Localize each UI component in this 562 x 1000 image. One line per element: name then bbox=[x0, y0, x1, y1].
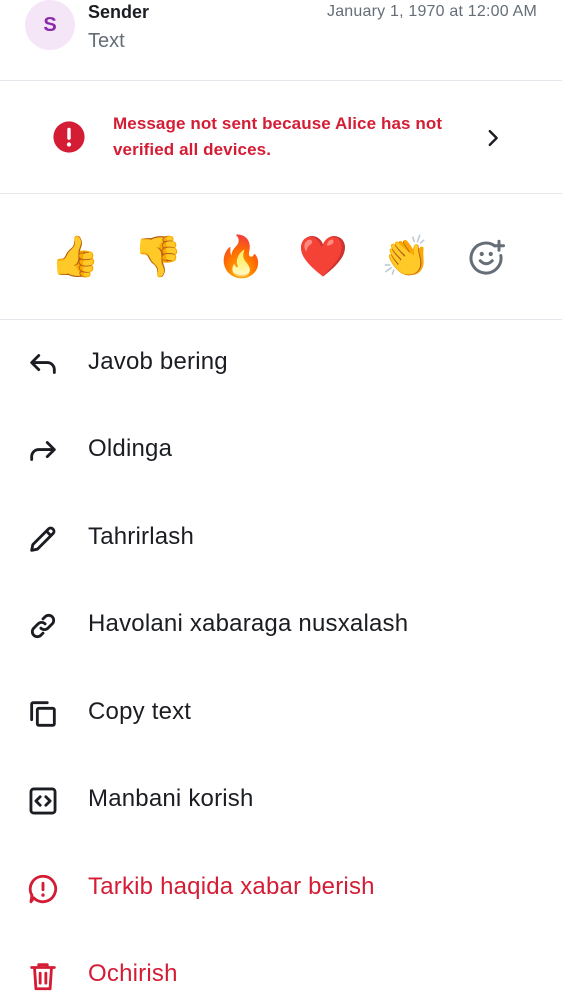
reaction-clapping-hands[interactable]: 👏 bbox=[381, 230, 431, 284]
menu-item-reply[interactable]: Javob bering bbox=[0, 320, 562, 407]
link-icon bbox=[30, 613, 56, 639]
message-preview-text: Text bbox=[88, 30, 125, 52]
menu-label: Oldinga bbox=[88, 435, 173, 462]
add-reaction-icon[interactable] bbox=[469, 239, 505, 275]
delete-icon bbox=[30, 963, 56, 991]
edit-icon bbox=[30, 526, 56, 552]
reaction-thumbs-down[interactable]: 👎 bbox=[133, 230, 183, 284]
message-actions-sheet: S Sender Text January 1, 1970 at 12:00 A… bbox=[0, 0, 562, 1000]
menu-item-delete[interactable]: Ochirish bbox=[0, 932, 562, 1000]
send-failure-banner[interactable]: Message not sent because Alice has not v… bbox=[0, 81, 562, 193]
menu-item-edit[interactable]: Tahrirlash bbox=[0, 495, 562, 582]
menu-item-copy-text[interactable]: Copy text bbox=[0, 670, 562, 757]
menu-item-forward[interactable]: Oldinga bbox=[0, 407, 562, 494]
report-icon bbox=[28, 874, 58, 904]
reaction-fire[interactable]: 🔥 bbox=[216, 230, 266, 284]
avatar: S bbox=[25, 0, 75, 50]
copy-icon bbox=[30, 701, 56, 727]
menu-item-view-source[interactable]: Manbani korish bbox=[0, 757, 562, 844]
reaction-heart[interactable]: ❤️ bbox=[298, 230, 348, 284]
menu-label: Copy text bbox=[88, 698, 192, 725]
menu-label: Manbani korish bbox=[88, 785, 254, 812]
chevron-right-icon[interactable] bbox=[482, 125, 504, 151]
menu-label: Tarkib haqida xabar berish bbox=[88, 873, 375, 900]
error-icon bbox=[53, 121, 85, 153]
menu-item-report-content[interactable]: Tarkib haqida xabar berish bbox=[0, 845, 562, 932]
send-failure-text: Message not sent because Alice has not v… bbox=[113, 114, 443, 159]
reaction-thumbs-up[interactable]: 👍 bbox=[50, 230, 100, 284]
view-source-icon bbox=[29, 787, 57, 815]
menu-label: Javob bering bbox=[88, 348, 228, 375]
forward-icon bbox=[30, 441, 56, 461]
menu-label: Tahrirlash bbox=[88, 523, 195, 550]
message-header: S Sender Text January 1, 1970 at 12:00 A… bbox=[0, 0, 562, 80]
sender-name: Sender bbox=[88, 2, 150, 22]
message-timestamp: January 1, 1970 at 12:00 AM bbox=[327, 3, 537, 20]
menu-item-copy-link[interactable]: Havolani xabaraga nusxalash bbox=[0, 582, 562, 669]
menu-label: Havolani xabaraga nusxalash bbox=[88, 610, 409, 637]
menu-label: Ochirish bbox=[88, 960, 178, 987]
quick-reactions: 👍 👎 🔥 ❤️ 👏 bbox=[0, 194, 562, 319]
reply-icon bbox=[30, 354, 56, 374]
